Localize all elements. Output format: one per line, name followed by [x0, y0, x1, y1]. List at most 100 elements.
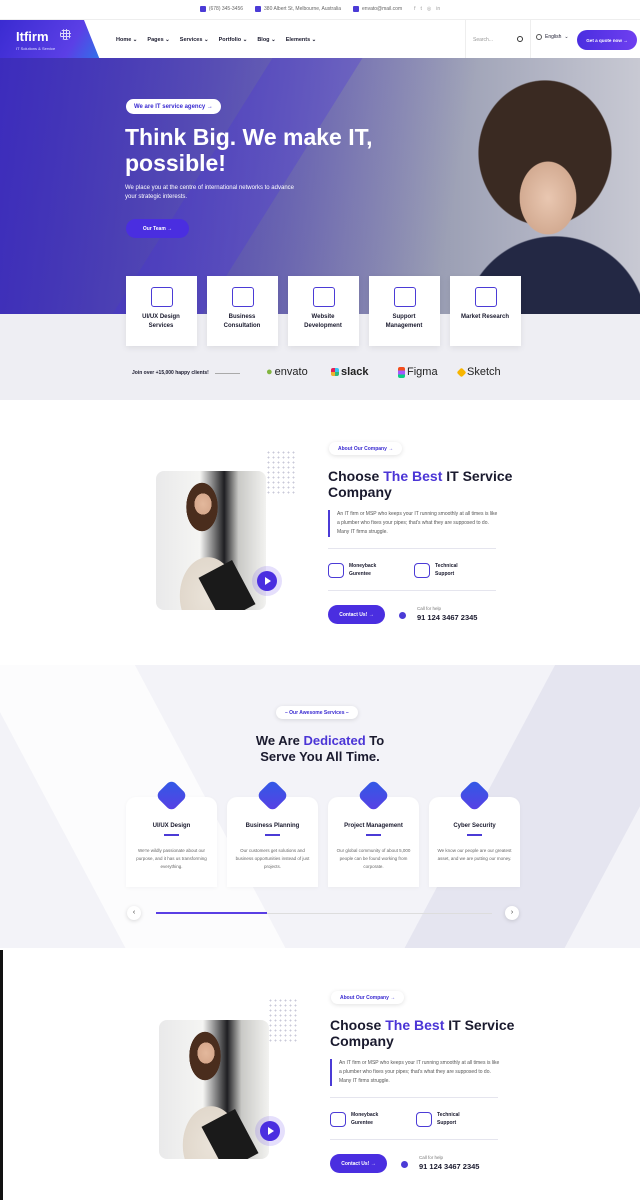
service-tile[interactable]: Website Development [288, 276, 359, 346]
slack-icon [331, 368, 339, 376]
divider [328, 548, 496, 549]
service-card[interactable]: UI/UX Design We're wildly passionate abou… [126, 779, 217, 887]
social-links: f t ◎ in [414, 6, 440, 12]
hero-badge: We are IT service agency → [126, 99, 221, 114]
service-card[interactable]: Business Planning Our customers get solut… [227, 779, 318, 887]
phone-number[interactable]: 91 124 3467 2345 [419, 1162, 479, 1171]
feature-support: Technical Support [416, 1111, 467, 1127]
underline [164, 834, 179, 836]
nav-item-home[interactable]: Home ⌄ [116, 20, 138, 60]
about-paragraph: An IT firm or MSP who keeps your IT runn… [330, 1059, 500, 1086]
divider [330, 1139, 498, 1140]
prev-arrow-button[interactable]: ‹ [127, 906, 141, 920]
feature-moneyback: Moneyback Gurentee [328, 562, 387, 578]
edge [0, 950, 3, 1200]
phone-icon [199, 6, 206, 12]
about-paragraph: An IT firm or MSP who keeps your IT runn… [328, 510, 498, 537]
contact-us-button[interactable]: Contact Us! → [328, 605, 385, 624]
logo-tagline: IT Solutions & Service [16, 46, 56, 51]
service-card[interactable]: Cyber Security We know our people are our… [429, 779, 520, 887]
feature-moneyback: Moneyback Gurentee [330, 1111, 389, 1127]
clipboard [201, 1109, 259, 1159]
hero-title: Think Big. We make IT, possible! [125, 124, 373, 176]
nav-item-pages[interactable]: Pages ⌄ [147, 20, 169, 60]
support-icon [393, 287, 416, 307]
twitter-icon[interactable]: t [421, 6, 422, 12]
top-bar: (678) 345-3456 380 Albert St, Melbourne,… [0, 0, 640, 18]
underline [366, 834, 381, 836]
divider [330, 1097, 498, 1098]
chevron-down-icon: ⌄ [564, 34, 569, 40]
dash: – [344, 709, 349, 716]
linkedin-icon[interactable]: in [436, 6, 440, 12]
nav-item-elements[interactable]: Elements ⌄ [286, 20, 317, 60]
next-arrow-button[interactable]: › [505, 906, 519, 920]
divider [328, 590, 496, 591]
contact-us-button[interactable]: Contact Us! → [330, 1154, 387, 1173]
consultation-icon [231, 287, 254, 307]
dot-pattern [266, 450, 296, 495]
divider [215, 373, 240, 374]
service-card[interactable]: Project Management Our global community o… [328, 779, 419, 887]
nav-item-portfolio[interactable]: Portfolio ⌄ [219, 20, 248, 60]
nav-item-services[interactable]: Services ⌄ [180, 20, 209, 60]
service-tile[interactable]: Support Management [369, 276, 440, 346]
clipboard [198, 560, 256, 610]
hero-subtitle: We place you at the centre of internatio… [125, 185, 294, 200]
instagram-icon[interactable]: ◎ [427, 6, 431, 12]
logo-name: Itfirm [16, 29, 49, 44]
slider-progress [156, 912, 267, 914]
brand-logo-envato: ● envato [266, 366, 308, 378]
brand-logo-sketch: Sketch [456, 366, 501, 378]
search-input[interactable]: Search... [465, 20, 531, 60]
service-tile[interactable]: Business Consultation [207, 276, 278, 346]
brand-logo-slack: slack [331, 366, 369, 378]
clients-text: Join over +15,000 happy clients! [132, 370, 209, 376]
code-icon [312, 287, 335, 307]
design-icon [150, 287, 173, 307]
feature-support: Technical Support [414, 562, 465, 578]
phone-icon [399, 612, 406, 619]
phone-number[interactable]: 91 124 3467 2345 [417, 613, 477, 622]
call-label: Call for help [419, 1155, 444, 1160]
logo[interactable]: Itfirm IT Solutions & Service [0, 20, 100, 60]
services-title: We Are Dedicated To [255, 733, 385, 748]
service-tile[interactable]: UI/UX Design Services [126, 276, 197, 346]
phone-icon [401, 1161, 408, 1168]
language-select[interactable]: English ⌄ [536, 34, 569, 40]
service-tile[interactable]: Market Research [450, 276, 521, 346]
about-title: Choose The Best IT Service Company [328, 468, 513, 500]
mail-icon [353, 6, 360, 12]
topbar-phone[interactable]: (678) 345-3456 [199, 6, 243, 12]
brand-logo-figma: Figma [398, 366, 438, 378]
about-badge: About Our Company → [331, 991, 405, 1004]
call-label: Call for help [417, 606, 442, 611]
facebook-icon[interactable]: f [414, 6, 415, 12]
chevron-right-icon: › [510, 909, 514, 916]
play-video-button[interactable] [260, 1121, 280, 1141]
topbar-email[interactable]: envato@mail.com [353, 6, 402, 12]
underline [265, 834, 280, 836]
page: (678) 345-3456 380 Albert St, Melbourne,… [0, 0, 640, 1200]
leaf-icon: ● [266, 366, 273, 378]
search-icon[interactable] [517, 36, 523, 42]
about-badge: About Our Company → [329, 442, 403, 455]
figma-icon [398, 366, 405, 378]
nav-item-blog[interactable]: Blog ⌄ [257, 20, 275, 60]
about-title: Choose The Best IT Service Company [330, 1017, 515, 1049]
get-quote-button[interactable]: Get a quote now → [577, 30, 637, 50]
money-icon [328, 562, 344, 578]
main-nav: Itfirm IT Solutions & Service Home ⌄ Pag… [0, 19, 640, 60]
globe-icon [536, 34, 542, 40]
play-video-button[interactable] [257, 571, 277, 591]
research-icon [474, 287, 497, 307]
diamond-icon [456, 367, 467, 377]
globe-icon [60, 29, 71, 40]
our-team-button[interactable]: Our Team → [126, 219, 189, 238]
underline [467, 834, 482, 836]
about-photo [159, 1020, 269, 1159]
map-pin-icon [255, 6, 262, 12]
services-badge: – Our Awesome Services – [276, 706, 358, 719]
money-icon [330, 1111, 346, 1127]
dot-pattern [268, 998, 298, 1043]
